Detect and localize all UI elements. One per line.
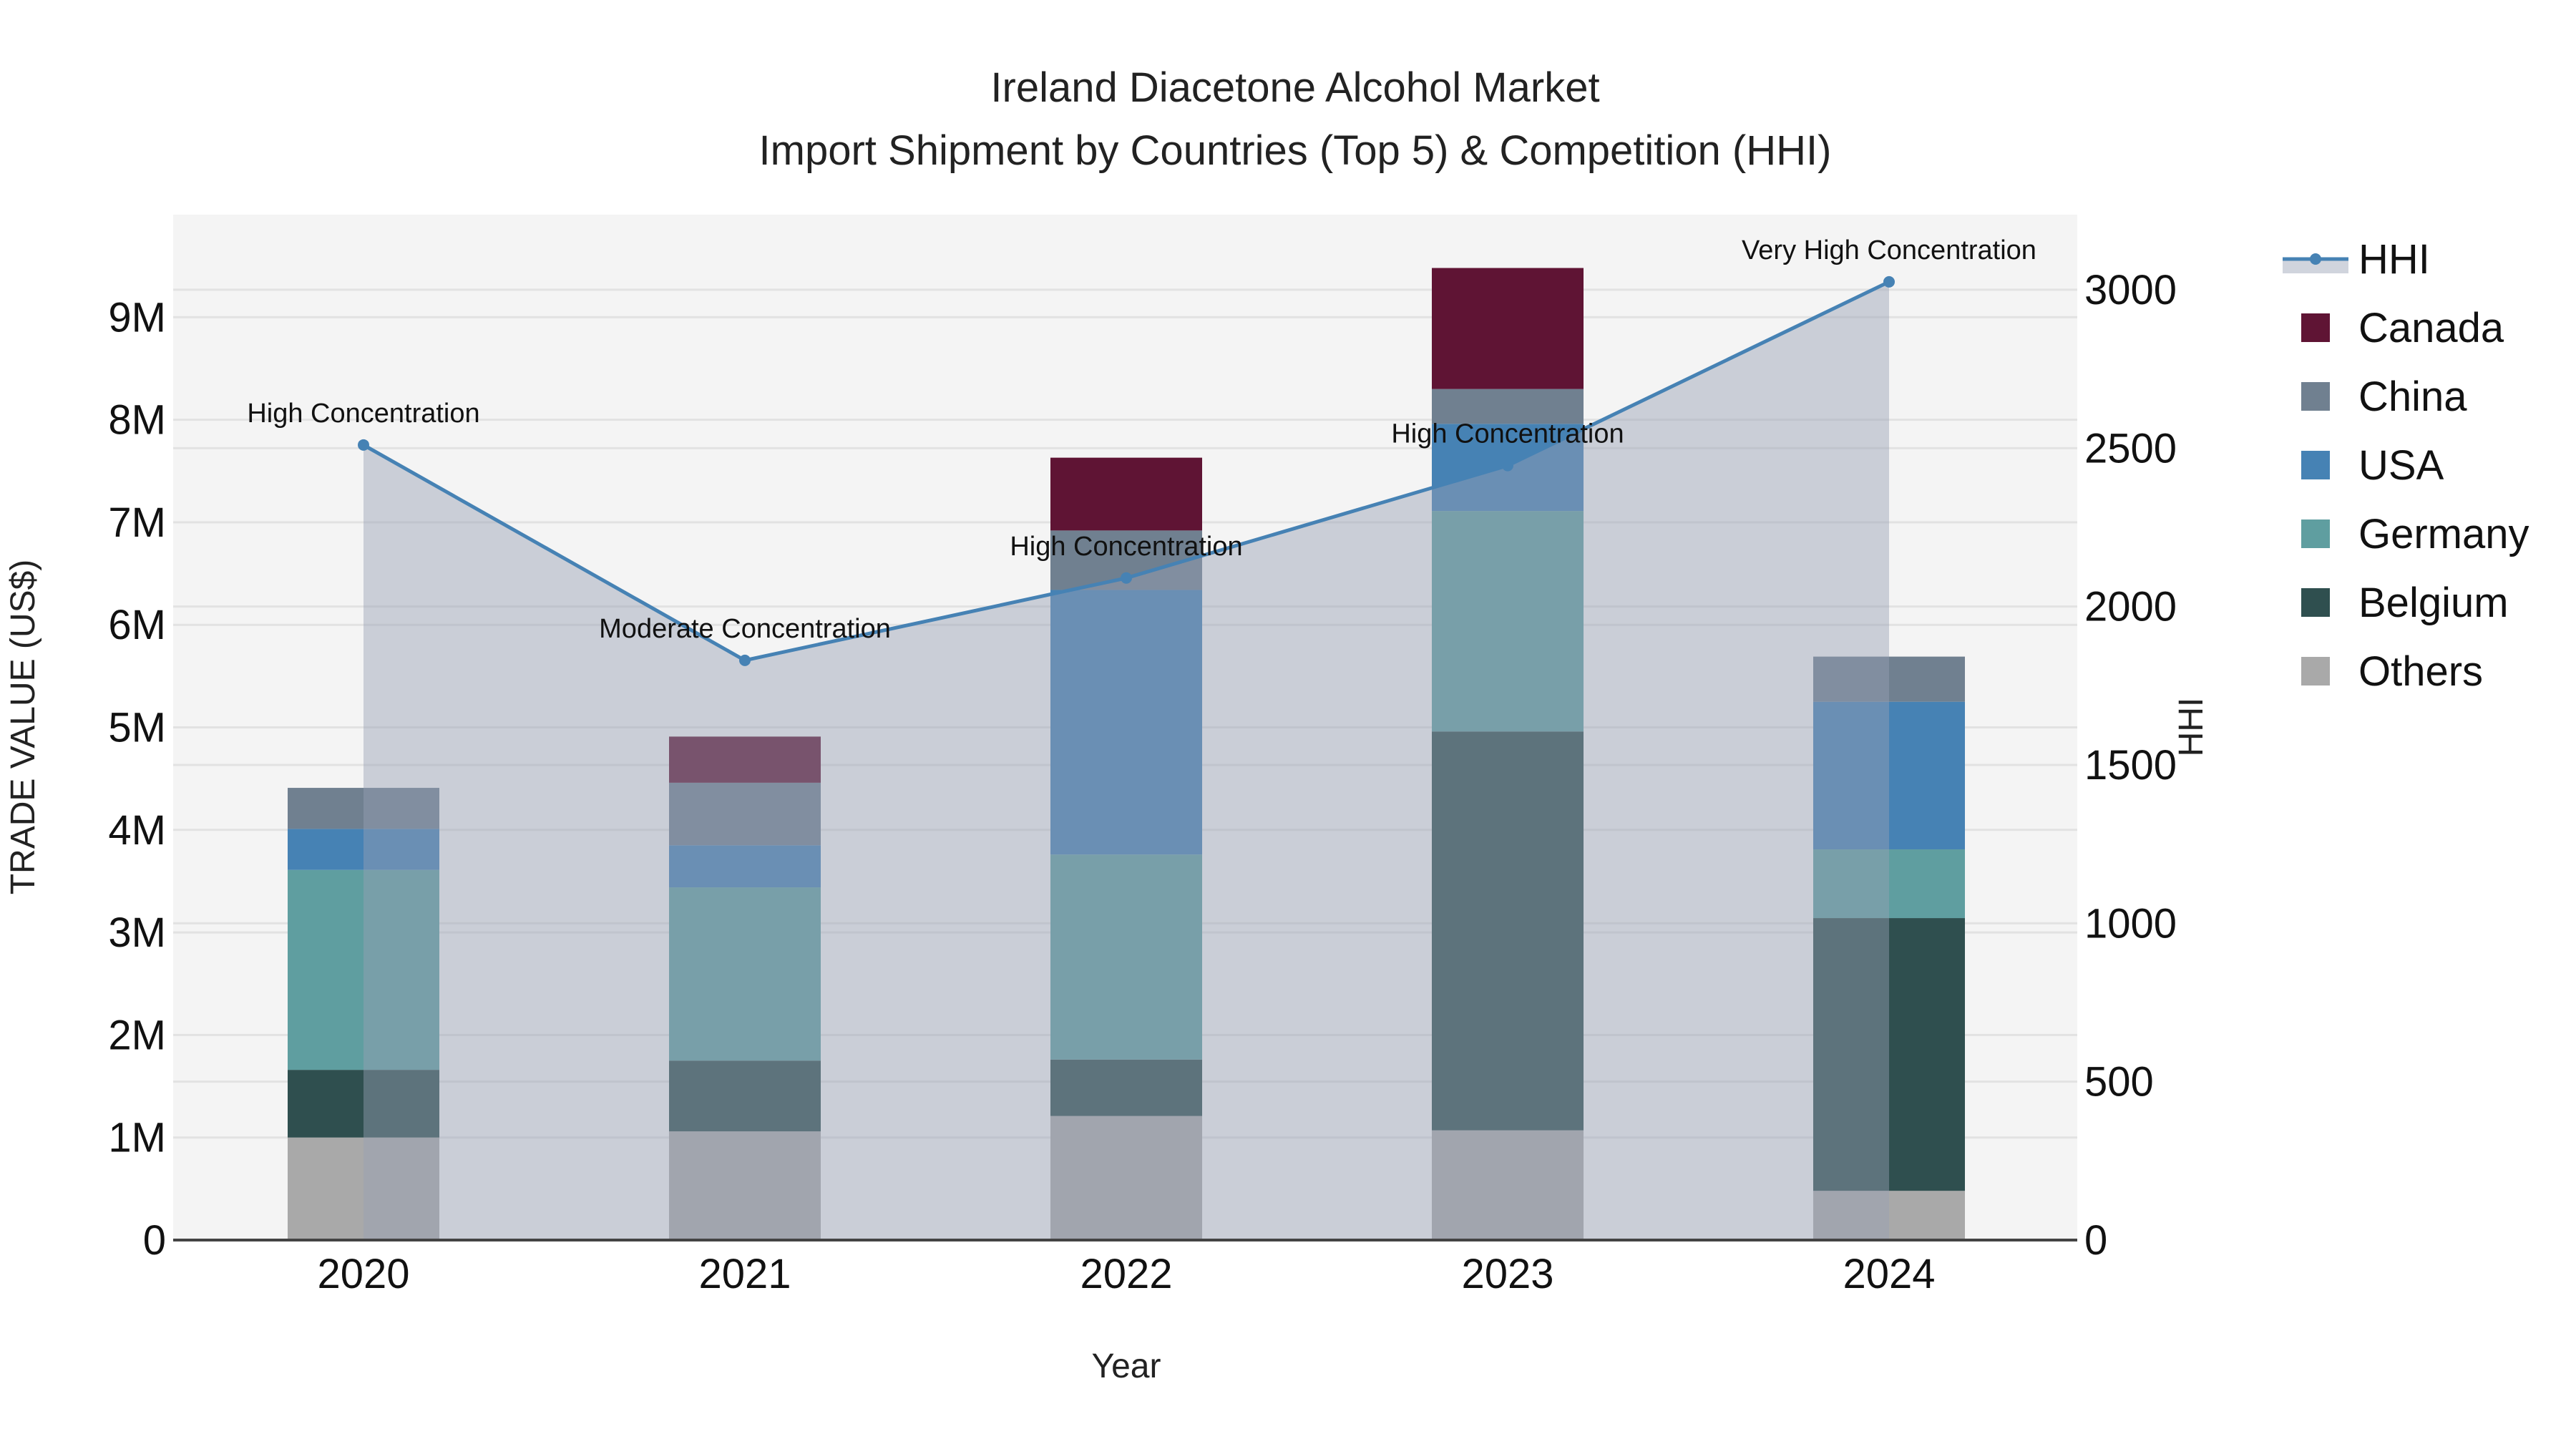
y2-tick-label: 2500	[2084, 425, 2177, 472]
y-axis-label: TRADE VALUE (US$)	[4, 560, 42, 895]
y2-tick-label: 1000	[2084, 900, 2177, 947]
bar-canada-2023	[1432, 268, 1584, 389]
y2-tick-label: 500	[2084, 1059, 2154, 1106]
legend: HHI Canada China USA Germany Belgium Others	[2283, 236, 2529, 695]
hhi-point-2023	[1502, 459, 1513, 472]
legend-label-usa: USA	[2358, 442, 2444, 489]
y-tick-label: 7M	[108, 499, 166, 546]
legend-swatch-china	[2301, 382, 2330, 411]
y-tick-label: 1M	[108, 1115, 166, 1161]
legend-label-others: Others	[2358, 648, 2483, 695]
legend-swatch-germany	[2301, 519, 2330, 548]
hhi-annotation: High Concentration	[1391, 419, 1624, 449]
y-tick-label: 3M	[108, 909, 166, 956]
hhi-annotation: Moderate Concentration	[599, 614, 891, 644]
chart-subtitle: Import Shipment by Countries (Top 5) & C…	[759, 127, 1832, 174]
hhi-annotation: High Concentration	[1010, 532, 1242, 562]
hhi-point-2024	[1883, 275, 1895, 288]
y2-axis-label: HHI	[2172, 698, 2210, 757]
x-tick-label: 2021	[698, 1251, 791, 1297]
legend-swatch-canada	[2301, 313, 2330, 342]
chart: Ireland Diacetone Alcohol Market Import …	[4, 64, 2529, 1385]
y-tick-label: 2M	[108, 1012, 166, 1058]
hhi-annotation: High Concentration	[247, 399, 479, 429]
hhi-point-2022	[1121, 572, 1132, 584]
legend-swatch-usa	[2301, 451, 2330, 479]
y-tick-label: 0	[143, 1217, 166, 1264]
x-tick-label: 2024	[1843, 1251, 1935, 1297]
legend-label-hhi: HHI	[2358, 236, 2430, 283]
legend-swatch-hhi-marker	[2310, 253, 2321, 265]
legend-label-china: China	[2358, 374, 2467, 420]
legend-swatch-others	[2301, 657, 2330, 686]
bar-canada-2022	[1050, 457, 1202, 531]
hhi-point-2020	[358, 439, 369, 451]
y2-tick-label: 3000	[2084, 267, 2177, 313]
legend-label-germany: Germany	[2358, 511, 2529, 557]
x-axis-label: Year	[1092, 1347, 1161, 1385]
legend-label-canada: Canada	[2358, 305, 2504, 351]
x-tick-label: 2020	[317, 1251, 409, 1297]
y2-tick-label: 1500	[2084, 742, 2177, 789]
y-tick-label: 9M	[108, 294, 166, 341]
y-tick-label: 4M	[108, 807, 166, 854]
y2-tick-label: 2000	[2084, 584, 2177, 630]
x-tick-label: 2023	[1461, 1251, 1553, 1297]
y-tick-label: 5M	[108, 705, 166, 751]
y-tick-label: 8M	[108, 397, 166, 444]
y2-tick-label: 0	[2084, 1217, 2107, 1264]
chart-title: Ireland Diacetone Alcohol Market	[990, 64, 1599, 111]
x-tick-label: 2022	[1080, 1251, 1172, 1297]
hhi-point-2021	[739, 654, 751, 666]
legend-swatch-belgium	[2301, 588, 2330, 617]
legend-label-belgium: Belgium	[2358, 580, 2509, 626]
hhi-annotation: Very High Concentration	[1742, 235, 2036, 265]
y-tick-label: 6M	[108, 602, 166, 648]
